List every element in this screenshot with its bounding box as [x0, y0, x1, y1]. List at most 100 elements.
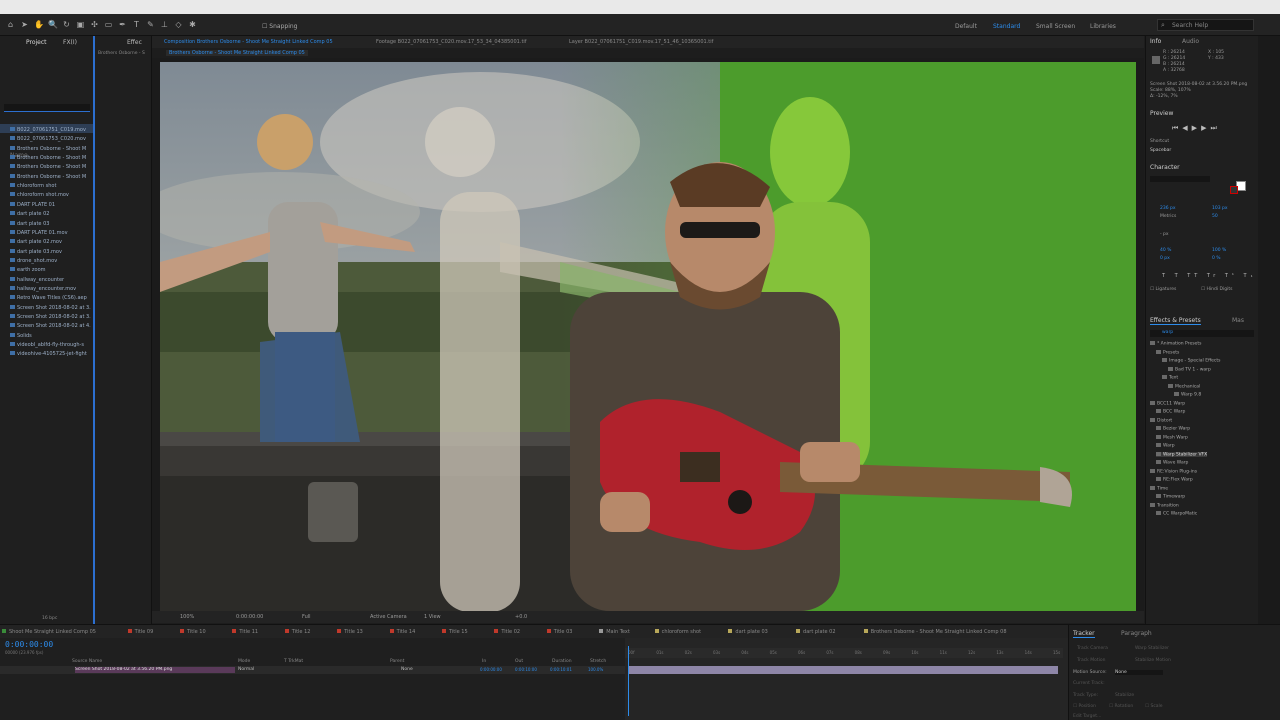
kerning-field[interactable]: Metrics — [1160, 214, 1176, 219]
project-item[interactable]: Brothers Osborne - Shoot M — [10, 145, 86, 152]
font-size-field[interactable]: 236 px — [1160, 206, 1176, 211]
project-item[interactable]: dart plate 03 — [10, 220, 49, 227]
effects-tree-item[interactable]: BCC11 Warp — [1150, 400, 1185, 406]
tab-paragraph[interactable]: Paragraph — [1121, 630, 1152, 637]
effects-tree-item[interactable]: Image - Special Effects — [1162, 358, 1221, 364]
baseline-field[interactable]: 0 px — [1160, 256, 1170, 261]
timeline-tab[interactable]: Title 12 — [284, 629, 310, 635]
timeline-tab[interactable]: Title 15 — [442, 629, 468, 635]
anchor-tool-icon[interactable]: ✣ — [90, 20, 99, 29]
col-in[interactable]: In — [482, 659, 486, 664]
viewer-timecode[interactable]: 0:00:00:00 — [236, 614, 263, 620]
timeline-timecode[interactable]: 0:00:00:00 — [5, 640, 53, 649]
bit-depth-label[interactable]: 16 bpc — [42, 616, 57, 621]
comp-breadcrumb[interactable]: Brothers Osborne - Shoot Me Straight Lin… — [166, 50, 308, 56]
tab-info[interactable]: Info — [1150, 38, 1161, 45]
search-help-input[interactable]: ⌕ Search Help — [1157, 19, 1254, 31]
project-item[interactable]: B022_07061751_C019.mov — [10, 127, 86, 133]
project-item[interactable]: dart plate 03.mov — [10, 248, 62, 255]
stroke-width-field[interactable]: - px — [1160, 232, 1169, 237]
effects-tree-item[interactable]: RE:Vision Plug-ins — [1150, 468, 1197, 474]
col-out[interactable]: Out — [515, 659, 523, 664]
timeline-tab[interactable]: Title 11 — [232, 629, 258, 635]
rotation-checkbox[interactable]: ☐ Rotation — [1109, 704, 1133, 709]
warp-stabilizer-button[interactable]: Warp Stabilizer — [1135, 646, 1169, 651]
effects-tree-item[interactable]: Wave Warp — [1156, 460, 1188, 466]
home-icon[interactable]: ⌂ — [6, 20, 15, 29]
layer-in[interactable]: 0:00:00:00 — [480, 667, 502, 672]
leading-field[interactable]: 103 px — [1212, 206, 1228, 211]
track-camera-button[interactable]: Track Camera — [1077, 646, 1108, 651]
tab-effect-controls[interactable]: Effec — [127, 39, 142, 46]
project-item[interactable]: videohive-4105725-jet-fight — [10, 351, 87, 357]
vertical-scale-field[interactable]: 40 % — [1160, 248, 1171, 253]
project-item[interactable]: hallway_encounter.mov — [10, 285, 76, 292]
project-item[interactable]: Retro Wave Titles (CS6).aep — [10, 295, 87, 301]
timeline-search[interactable] — [55, 642, 625, 648]
effects-tree-item[interactable]: RE:Flex Warp — [1156, 477, 1193, 483]
zoom-tool-icon[interactable]: 🔍 — [48, 20, 58, 29]
effects-tree-item[interactable]: Text — [1162, 375, 1178, 381]
tab-effects-presets[interactable]: Effects & Presets — [1150, 317, 1201, 325]
layer-parent[interactable]: None — [401, 667, 413, 672]
position-checkbox[interactable]: ☐ Position — [1073, 704, 1096, 709]
timeline-tab[interactable]: Title 13 — [337, 629, 363, 635]
selection-tool-icon[interactable]: ➤ — [20, 20, 29, 29]
horizontal-scale-field[interactable]: 100 % — [1212, 248, 1226, 253]
timeline-tab[interactable]: Main Text — [599, 629, 630, 635]
tab-composition[interactable]: Composition Brothers Osborne - Shoot Me … — [164, 39, 333, 45]
edit-target-button[interactable]: Edit Target... — [1073, 714, 1101, 719]
timeline-tab[interactable]: Shoot Me Straight Linked Comp 05 — [2, 629, 96, 635]
tab-footage[interactable]: Footage B022_07061753_C020.mov.17_53_34_… — [376, 39, 527, 45]
project-item[interactable]: DART PLATE 01.mov — [10, 229, 68, 236]
rectangle-tool-icon[interactable]: ▭ — [104, 20, 113, 29]
project-item[interactable]: Solids — [10, 332, 32, 339]
effects-search-input[interactable]: warp — [1150, 330, 1254, 337]
effects-tree-item[interactable]: Distort — [1150, 417, 1172, 423]
effects-tree-item[interactable]: * Animation Presets — [1150, 341, 1201, 347]
character-title[interactable]: Character — [1150, 164, 1180, 171]
effects-tree-item[interactable]: Bad TV 1 - warp — [1168, 366, 1211, 372]
timeline-tab[interactable]: Title 03 — [546, 629, 572, 635]
viewer-views[interactable]: 1 View — [424, 614, 441, 620]
project-item[interactable]: chloroform shot.mov — [10, 192, 69, 198]
viewer-resolution[interactable]: Full — [302, 614, 311, 620]
current-time-indicator[interactable] — [628, 646, 629, 716]
viewer-exposure[interactable]: +0.0 — [515, 614, 527, 620]
viewer-zoom[interactable]: 100% — [180, 614, 194, 620]
project-item[interactable]: videobl_ablfd-fly-through-s — [10, 342, 84, 348]
workspace-standard[interactable]: Standard — [993, 23, 1020, 30]
tracking-field[interactable]: 50 — [1212, 214, 1218, 219]
project-item[interactable]: dart plate 02 — [10, 211, 49, 217]
col-source-name[interactable]: Source Name — [72, 659, 102, 664]
effects-tree-item[interactable]: Warp — [1156, 443, 1175, 449]
scale-checkbox[interactable]: ☐ Scale — [1145, 704, 1163, 709]
effects-tree-item[interactable]: Presets — [1156, 349, 1179, 355]
layer-mode[interactable]: Normal — [238, 667, 254, 672]
timeline-tab[interactable]: chloroform shot — [654, 629, 701, 635]
col-duration[interactable]: Duration — [552, 659, 572, 664]
effects-tree-item[interactable]: Warp Stabilizer VFX — [1156, 451, 1208, 457]
project-item[interactable]: chloroform shot — [10, 183, 56, 189]
col-mode[interactable]: Mode — [238, 659, 250, 664]
layer-name[interactable]: Screen Shot 2018-08-02 at 3.56.20 PM.png — [75, 667, 235, 673]
stamp-tool-icon[interactable]: ⊥ — [160, 20, 169, 29]
tab-fx[interactable]: FX(I) — [63, 39, 77, 46]
motion-source-select[interactable]: None — [1115, 670, 1163, 675]
timeline-tab[interactable]: Title 14 — [389, 629, 415, 635]
project-item[interactable]: dart plate 02.mov — [10, 239, 62, 245]
timeline-tab[interactable]: dart plate 02 — [796, 629, 836, 635]
hand-tool-icon[interactable]: ✋ — [34, 20, 44, 29]
effects-tree-item[interactable]: Warp 9.8 — [1174, 392, 1201, 398]
faux-style-buttons[interactable]: T T TT Tr T¹ T₁ — [1162, 273, 1257, 279]
right-scrollbar-strip[interactable] — [1258, 36, 1280, 624]
project-search-input[interactable] — [4, 104, 90, 112]
viewer-camera[interactable]: Active Camera — [370, 614, 407, 620]
project-item[interactable]: B022_07061753_C020.mov — [10, 136, 86, 142]
project-item[interactable]: DART PLATE 01 — [10, 201, 55, 208]
layer-out[interactable]: 0:00:10:00 — [515, 667, 537, 672]
effects-tree-item[interactable]: Time — [1150, 485, 1168, 491]
shortcut-select[interactable]: Spacebar — [1150, 148, 1171, 153]
stabilize-motion-button[interactable]: Stabilize Motion — [1135, 658, 1171, 663]
workspace-default[interactable]: Default — [955, 23, 977, 30]
